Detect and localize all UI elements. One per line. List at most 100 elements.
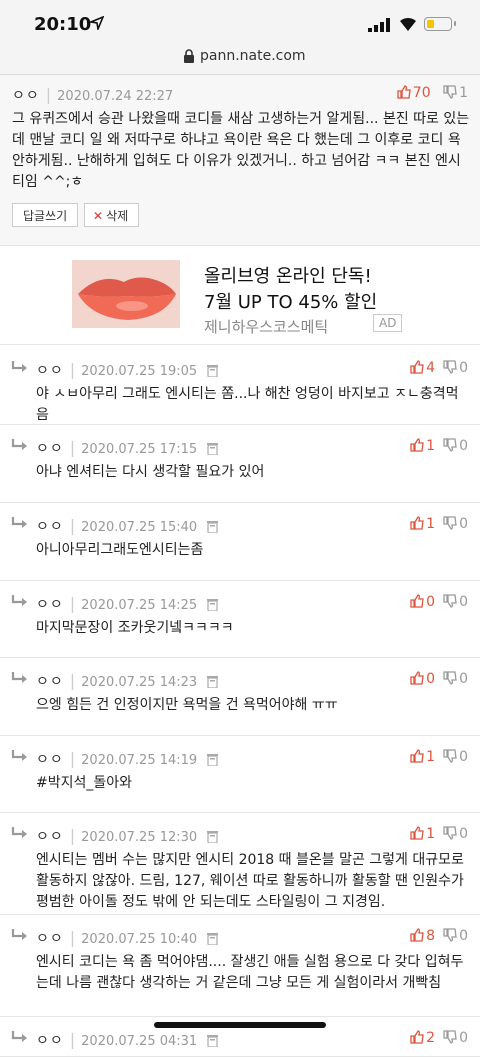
downvote-count: 0 xyxy=(459,826,468,842)
upvote-button[interactable]: 0 xyxy=(410,671,435,687)
comment-meta: ㅇㅇ | 2020.07.24 22:27 xyxy=(12,85,174,104)
reply-meta: ㅇㅇ | 2020.07.25 14:19 xyxy=(36,749,219,769)
address-bar[interactable]: pann.nate.com xyxy=(0,42,480,75)
downvote-button[interactable]: 0 xyxy=(443,671,468,687)
reply-item: ㅇㅇ | 2020.07.25 14:19 1 0 #박지석_돌아와 xyxy=(0,735,480,813)
reply-arrow-icon xyxy=(11,517,27,528)
reply-meta: ㅇㅇ | 2020.07.25 14:25 xyxy=(36,594,219,614)
downvote-button[interactable]: 0 xyxy=(443,749,468,765)
upvote-button[interactable]: 8 xyxy=(410,928,435,944)
reply-item: ㅇㅇ | 2020.07.25 14:25 0 0 마지막문장이 조카웃기넼ㅋㅋㅋㅋ xyxy=(0,580,480,658)
downvote-button[interactable]: 0 xyxy=(443,594,468,610)
delete-x-icon: ✕ xyxy=(93,209,104,223)
downvote-count: 0 xyxy=(459,594,468,610)
ad-subheadline: 7월 UP TO 45% 할인 xyxy=(204,292,378,313)
thumbs-down-icon xyxy=(443,671,457,685)
ad-banner[interactable]: 올리브영 온라인 단독! 7월 UP TO 45% 할인 제니하우스코스메틱 A… xyxy=(0,246,480,345)
reply-author: ㅇㅇ xyxy=(36,363,64,379)
reply-author: ㅇㅇ xyxy=(36,597,64,613)
trash-icon[interactable] xyxy=(207,1034,219,1047)
trash-icon[interactable] xyxy=(207,364,219,377)
ad-headline: 올리브영 온라인 단독! xyxy=(204,266,372,287)
reply-author: ㅇㅇ xyxy=(36,519,64,535)
upvote-button[interactable]: 1 xyxy=(410,438,435,454)
reply-arrow-icon xyxy=(11,672,27,683)
downvote-button[interactable]: 0 xyxy=(443,1030,468,1046)
reply-date: 2020.07.25 19:05 xyxy=(81,364,198,379)
clock: 20:10 xyxy=(34,14,92,35)
reply-item: ㅇㅇ | 2020.07.25 19:05 4 0 야 ㅅㅂ아무리 그래도 엔시티는 쫌.… xyxy=(0,346,480,425)
reply-text: 아냐 엔셔티는 다시 생각할 필요가 있어 xyxy=(36,464,265,480)
reply-meta: ㅇㅇ | 2020.07.25 04:31 xyxy=(36,1030,219,1050)
reply-vote-group: 10 xyxy=(410,438,468,454)
downvote-button[interactable]: 0 xyxy=(443,826,468,842)
reply-arrow-icon xyxy=(11,439,27,450)
upvote-count: 1 xyxy=(426,438,436,454)
reply-item: ㅇㅇ | 2020.07.25 12:30 1 0 엔시티는 멤버 수는 많지만 엔시티 … xyxy=(0,812,480,915)
delete-button[interactable]: ✕ 삭제 xyxy=(84,203,140,227)
reply-arrow-icon xyxy=(11,827,27,838)
downvote-count: 0 xyxy=(459,749,468,765)
reply-date: 2020.07.25 14:19 xyxy=(81,753,198,768)
reply-arrow-icon xyxy=(11,929,27,940)
trash-icon[interactable] xyxy=(207,520,219,533)
reply-date: 2020.07.25 04:31 xyxy=(81,1034,198,1049)
ad-lip-image xyxy=(72,260,180,328)
thumbs-down-icon xyxy=(443,928,457,942)
upvote-button[interactable]: 1 xyxy=(410,516,435,532)
reply-button[interactable]: 답글쓰기 xyxy=(12,203,79,227)
reply-vote-group: 00 xyxy=(410,671,468,687)
downvote-button[interactable]: 1 xyxy=(443,85,468,101)
reply-author: ㅇㅇ xyxy=(36,752,64,768)
downvote-count: 0 xyxy=(459,516,468,532)
trash-icon[interactable] xyxy=(207,598,219,611)
home-indicator[interactable] xyxy=(154,1022,326,1028)
downvote-button[interactable]: 0 xyxy=(443,928,468,944)
upvote-count: 2 xyxy=(426,1030,436,1046)
trash-icon[interactable] xyxy=(207,442,219,455)
reply-vote-group: 40 xyxy=(410,360,468,376)
url-text[interactable]: pann.nate.com xyxy=(200,48,306,64)
wifi-icon xyxy=(400,17,416,31)
upvote-button[interactable]: 1 xyxy=(410,749,435,765)
reply-text: 야 ㅅㅂ아무리 그래도 엔시티는 쫌...나 해찬 엉덩이 바지보고 ㅈㄴ충격먹… xyxy=(36,386,459,423)
thumbs-down-icon xyxy=(443,826,457,840)
upvote-count: 70 xyxy=(412,85,431,101)
reply-vote-group: 20 xyxy=(410,1030,468,1046)
trash-icon[interactable] xyxy=(207,753,219,766)
reply-meta: ㅇㅇ | 2020.07.25 10:40 xyxy=(36,928,219,948)
upvote-count: 1 xyxy=(426,516,436,532)
ad-badge: AD xyxy=(373,314,403,332)
upvote-button[interactable]: 0 xyxy=(410,594,435,610)
reply-date: 2020.07.25 14:23 xyxy=(81,675,198,690)
trash-icon[interactable] xyxy=(207,675,219,688)
reply-arrow-icon xyxy=(11,1031,27,1042)
reply-date: 2020.07.25 10:40 xyxy=(81,932,198,947)
thumbs-up-icon xyxy=(397,85,411,99)
upvote-count: 0 xyxy=(426,671,436,687)
downvote-button[interactable]: 0 xyxy=(443,516,468,532)
comment-author: ㅇㅇ xyxy=(12,88,40,104)
reply-item: ㅇㅇ | 2020.07.25 14:23 0 0 으엥 힘든 건 인정이지만 욕먹을 건… xyxy=(0,657,480,736)
reply-text: #박지석_돌아와 xyxy=(36,775,133,791)
upvote-button[interactable]: 2 xyxy=(410,1030,435,1046)
downvote-count: 0 xyxy=(459,1030,468,1046)
upvote-button[interactable]: 1 xyxy=(410,826,435,842)
upvote-button[interactable]: 70 xyxy=(397,85,431,101)
upvote-button[interactable]: 4 xyxy=(410,360,435,376)
reply-text: 아니아무리그래도엔시티는좀 xyxy=(36,542,204,558)
downvote-count: 0 xyxy=(459,360,468,376)
reply-vote-group: 10 xyxy=(410,516,468,532)
battery-icon xyxy=(424,17,456,31)
thumbs-down-icon xyxy=(443,594,457,608)
downvote-count: 0 xyxy=(459,438,468,454)
downvote-button[interactable]: 0 xyxy=(443,360,468,376)
thumbs-down-icon xyxy=(443,85,457,99)
status-bar: 20:10 xyxy=(0,0,480,42)
reply-date: 2020.07.25 17:15 xyxy=(81,442,198,457)
downvote-button[interactable]: 0 xyxy=(443,438,468,454)
thumbs-up-icon xyxy=(410,594,424,608)
thumbs-up-icon xyxy=(410,1030,424,1044)
trash-icon[interactable] xyxy=(207,830,219,843)
trash-icon[interactable] xyxy=(207,932,219,945)
